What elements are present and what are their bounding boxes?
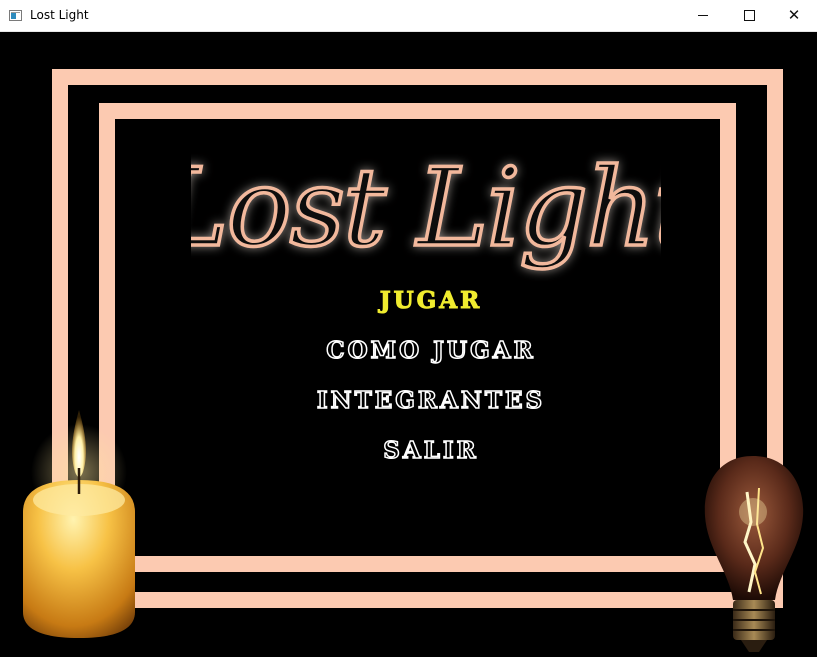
app-window-icon <box>9 10 22 21</box>
maximize-icon <box>743 10 755 21</box>
maximize-button[interactable] <box>726 0 772 31</box>
menu-item-como-jugar[interactable]: COMO JUGAR <box>231 336 631 365</box>
menu-item-integrantes[interactable]: INTEGRANTES <box>231 386 631 415</box>
app-window: Lost Light ✕ ost Ligh JUGAR COMO JUGAR I… <box>0 0 817 657</box>
game-logo: Lost Light <box>191 144 661 273</box>
minimize-icon <box>698 15 708 16</box>
minimize-button[interactable] <box>680 0 726 31</box>
title-bar[interactable]: Lost Light ✕ <box>0 0 817 32</box>
logo-text: Lost Light <box>191 146 661 271</box>
lightbulb-image <box>704 456 804 652</box>
close-button[interactable]: ✕ <box>771 0 817 31</box>
menu-item-salir[interactable]: SALIR <box>231 436 631 465</box>
menu-item-jugar[interactable]: JUGAR <box>231 287 631 315</box>
candle-image <box>23 410 135 638</box>
game-canvas[interactable]: Lost Light JUGAR COMO JUGAR INTEGRANTES … <box>1 32 816 655</box>
window-title: Lost Light <box>30 8 89 22</box>
close-icon: ✕ <box>787 6 801 24</box>
